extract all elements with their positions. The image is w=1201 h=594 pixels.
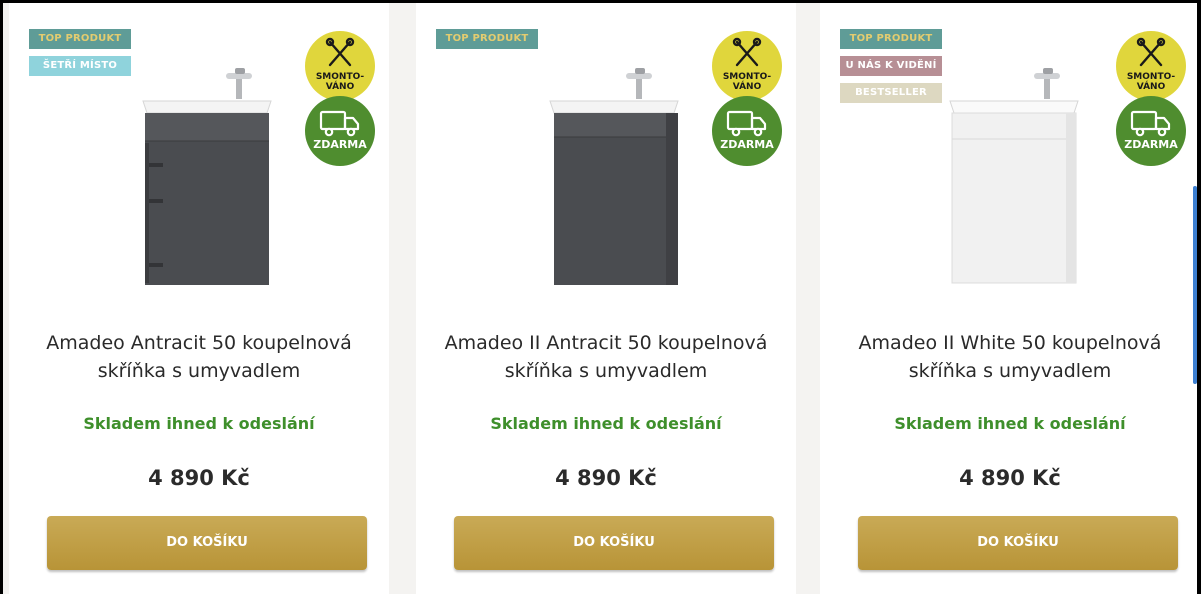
free-delivery-label: ZDARMA xyxy=(720,138,774,151)
assembled-badge: SMONTO- VÁNO xyxy=(305,31,375,101)
assembled-label: SMONTO- VÁNO xyxy=(315,72,365,92)
add-to-cart-button[interactable]: DO KOŠÍKU xyxy=(47,516,367,570)
stock-status: Skladem ihned k odeslání xyxy=(83,414,315,433)
product-title[interactable]: Amadeo Antracit 50 koupelnová skříňka s … xyxy=(29,329,369,385)
assembled-label: SMONTO- VÁNO xyxy=(1126,72,1176,92)
product-title-line[interactable]: skříňka s umyvadlem xyxy=(29,357,369,385)
truck-icon xyxy=(319,110,360,137)
product-title-line[interactable]: skříňka s umyvadlem xyxy=(436,357,776,385)
stock-status: Skladem ihned k odeslání xyxy=(894,414,1126,433)
product-title[interactable]: Amadeo II Antracit 50 koupelnová skříňka… xyxy=(436,329,776,385)
free-delivery-badge: ZDARMA xyxy=(305,96,375,166)
stock-status: Skladem ihned k odeslání xyxy=(490,414,722,433)
product-image[interactable] xyxy=(910,63,1110,293)
truck-icon xyxy=(726,110,767,137)
add-to-cart-button[interactable]: DO KOŠÍKU xyxy=(858,516,1178,570)
tools-icon xyxy=(732,37,762,67)
product-title-line[interactable]: Amadeo Antracit 50 koupelnová xyxy=(29,329,369,357)
product-image[interactable] xyxy=(506,63,706,293)
product-title-line[interactable]: skříňka s umyvadlem xyxy=(840,357,1180,385)
product-card[interactable]: TOP PRODUKT ŠETŘÍ MÍSTO SMONTO- VÁNO ZDA… xyxy=(9,3,389,594)
free-delivery-badge: ZDARMA xyxy=(1116,96,1186,166)
add-to-cart-button[interactable]: DO KOŠÍKU xyxy=(454,516,774,570)
free-delivery-label: ZDARMA xyxy=(1124,138,1178,151)
product-title[interactable]: Amadeo II White 50 koupelnová skříňka s … xyxy=(840,329,1180,385)
badge-group: TOP PRODUKT xyxy=(436,29,538,56)
product-card[interactable]: TOP PRODUKT U NÁS K VIDĚNÍ BESTSELLER SM… xyxy=(820,3,1197,594)
product-listing: TOP PRODUKT ŠETŘÍ MÍSTO SMONTO- VÁNO ZDA… xyxy=(3,3,1197,594)
product-price: 4 890 Kč xyxy=(148,466,250,490)
badge-top-product: TOP PRODUKT xyxy=(436,29,538,49)
truck-icon xyxy=(1130,110,1171,137)
assembled-label: SMONTO- VÁNO xyxy=(722,72,772,92)
free-delivery-label: ZDARMA xyxy=(313,138,367,151)
product-title-line[interactable]: Amadeo II Antracit 50 koupelnová xyxy=(436,329,776,357)
product-title-line[interactable]: Amadeo II White 50 koupelnová xyxy=(840,329,1180,357)
assembled-badge: SMONTO- VÁNO xyxy=(1116,31,1186,101)
assembled-badge: SMONTO- VÁNO xyxy=(712,31,782,101)
product-price: 4 890 Kč xyxy=(555,466,657,490)
free-delivery-badge: ZDARMA xyxy=(712,96,782,166)
product-image[interactable] xyxy=(99,63,299,293)
tools-icon xyxy=(1136,37,1166,67)
badge-top-product: TOP PRODUKT xyxy=(29,29,131,49)
scrollbar[interactable] xyxy=(1193,186,1197,384)
tools-icon xyxy=(325,37,355,67)
badge-top-product: TOP PRODUKT xyxy=(840,29,942,49)
product-price: 4 890 Kč xyxy=(959,466,1061,490)
product-card[interactable]: TOP PRODUKT SMONTO- VÁNO ZDARMA Amadeo I… xyxy=(416,3,796,594)
